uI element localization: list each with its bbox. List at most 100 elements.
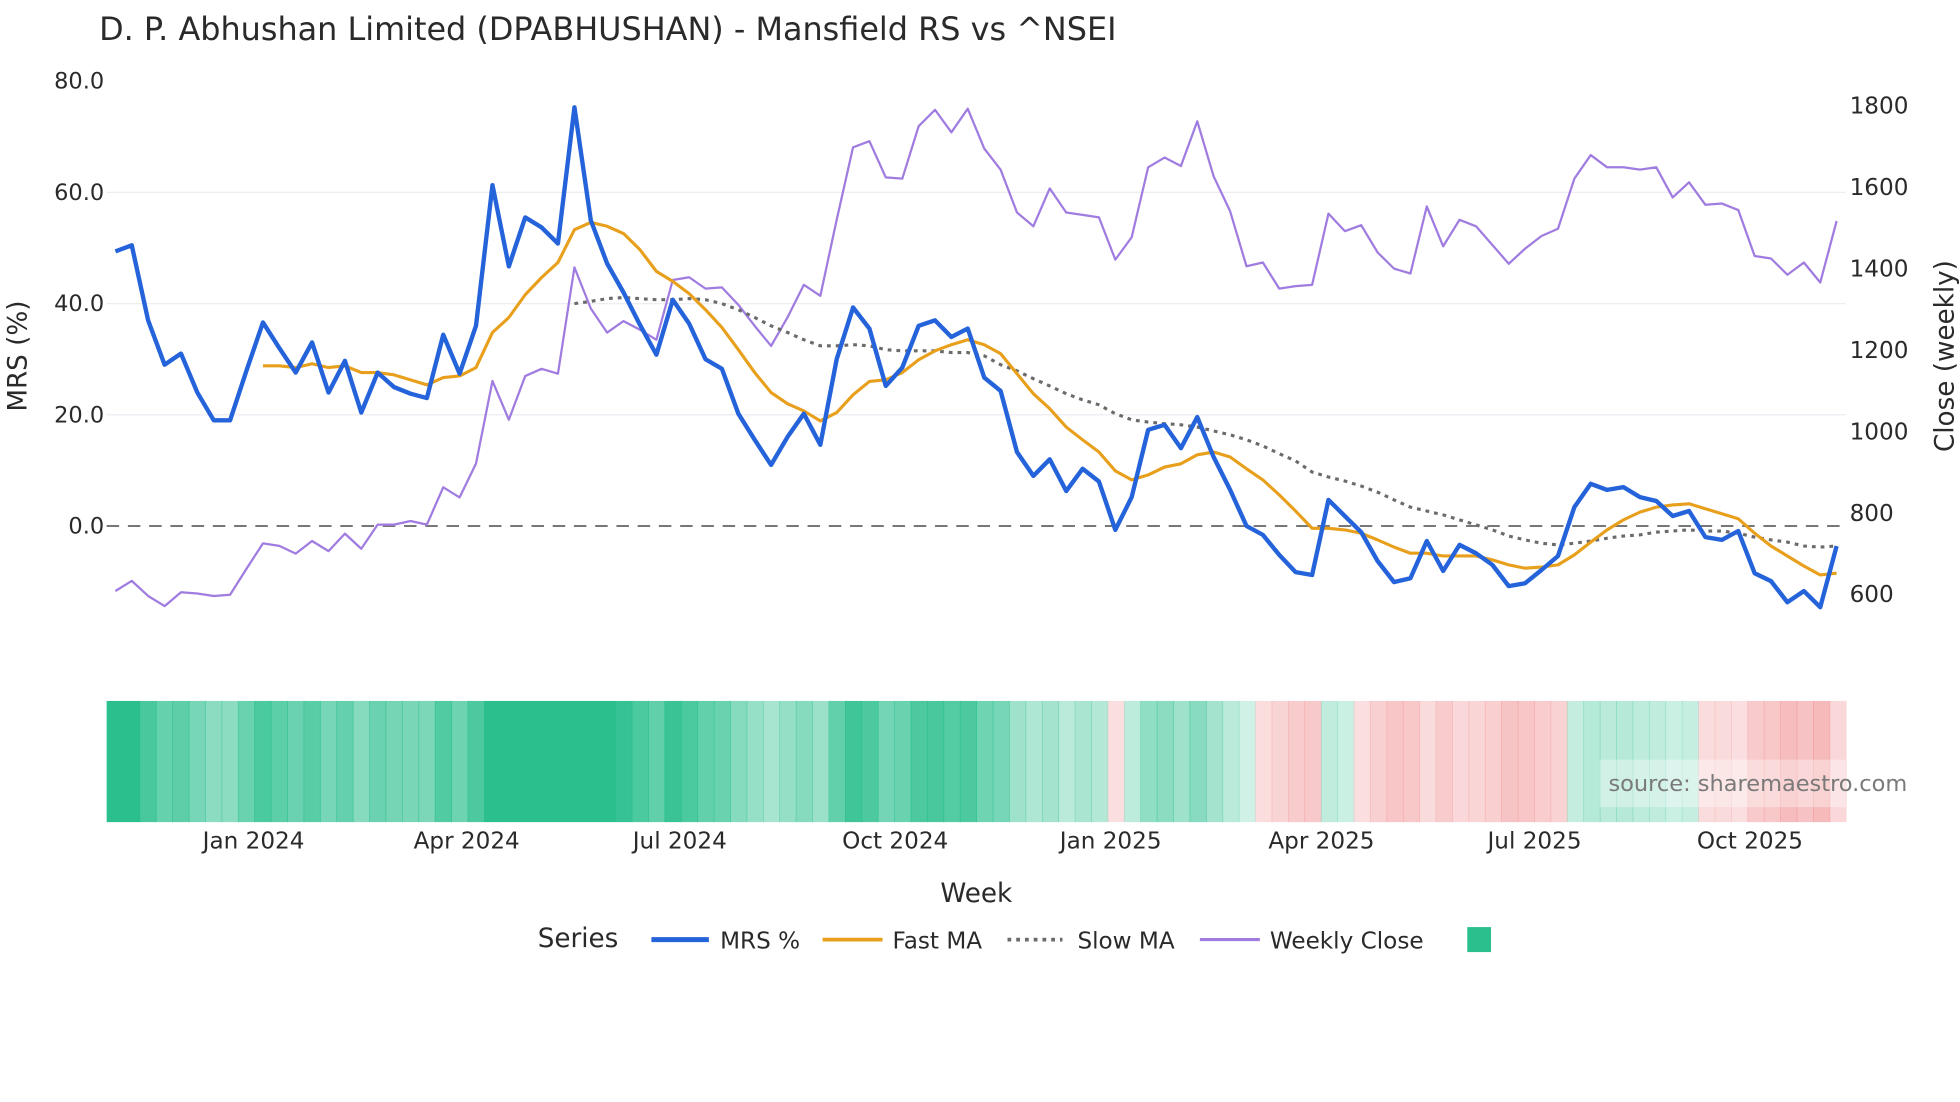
heatmap-cell [1255, 700, 1273, 823]
legend-weekly-close-label: Weekly Close [1270, 928, 1424, 954]
heatmap-cell [188, 700, 206, 823]
y-axis-left-ticks: 80.0 60.0 40.0 20.0 0.0 [54, 69, 104, 540]
x-axis-title: Week [940, 879, 1013, 909]
heatmap-cell [713, 700, 731, 823]
x-tick-label: Jan 2024 [201, 828, 305, 854]
heatmap-cell [303, 700, 321, 823]
heatmap-cell [1009, 700, 1027, 823]
x-tick-label: Oct 2025 [1697, 828, 1803, 854]
y2-tick-label: 1600 [1850, 175, 1909, 201]
heatmap-cell [1238, 700, 1256, 823]
legend-slow-ma-label: Slow MA [1077, 928, 1174, 954]
heatmap-cell [172, 700, 190, 823]
heatmap-cell [434, 700, 452, 823]
y-tick-label: 60.0 [54, 180, 104, 206]
heatmap-cell [631, 700, 649, 823]
heatmap-cell [615, 700, 633, 823]
heatmap-cell [1534, 700, 1552, 823]
heatmap-cell [1484, 700, 1503, 823]
heatmap-cell [1123, 700, 1142, 823]
heatmap-cell [943, 700, 961, 823]
heatmap-cell [352, 700, 370, 823]
x-axis-ticks: Jan 2024 Apr 2024 Jul 2024 Oct 2024 Jan 2025… [201, 828, 1803, 854]
x-tick-label: Apr 2024 [414, 828, 520, 854]
heatmap-cell [1287, 700, 1306, 823]
y-tick-label: 80.0 [54, 69, 104, 95]
heatmap-cell [976, 700, 994, 823]
y2-tick-label: 1000 [1850, 419, 1909, 445]
heatmap-cell [385, 700, 403, 823]
legend-item-weekly-close[interactable]: Weekly Close [1199, 928, 1424, 954]
heatmap-cell [910, 700, 928, 823]
heatmap-cell [1156, 700, 1174, 823]
legend-item-mrs[interactable]: MRS % [651, 928, 800, 954]
y2-tick-label: 1200 [1850, 338, 1909, 364]
y2-tick-label: 800 [1850, 501, 1894, 527]
heatmap-cell [1370, 700, 1388, 823]
heatmap-cell [664, 700, 682, 823]
heatmap-cell [1205, 700, 1224, 823]
heatmap-cell [1402, 700, 1421, 823]
heatmap-cell [484, 700, 502, 823]
y2-tick-label: 1800 [1850, 94, 1909, 120]
heatmap-cell [779, 700, 797, 823]
heatmap-cell [1517, 700, 1535, 823]
heatmap-cell [959, 700, 978, 823]
y-axis-title: MRS (%) [4, 300, 34, 411]
heatmap-cell [1320, 700, 1338, 823]
heatmap-cell [877, 700, 895, 823]
heatmap-cell [1501, 700, 1519, 823]
y-axis-right-ticks: 1800 1600 1400 1200 1000 800 600 [1850, 94, 1909, 608]
x-tick-label: Jul 2025 [1485, 828, 1581, 854]
heatmap-cell [1583, 700, 1601, 823]
legend-fast-ma-label: Fast MA [893, 928, 983, 954]
y2-axis-title: Close (weekly) [1930, 260, 1960, 452]
legend-item-slow-ma[interactable]: Slow MA [1007, 928, 1175, 954]
heatmap-cell [1337, 700, 1355, 823]
y2-tick-label: 600 [1850, 582, 1894, 608]
heatmap-cell [598, 700, 617, 823]
heatmap-cell [1107, 700, 1125, 823]
legend-title: Series [538, 924, 619, 954]
heatmap-cell [1419, 700, 1437, 823]
heatmap-cell [221, 700, 239, 823]
heatmap-cell [861, 700, 879, 823]
heatmap-cell [697, 700, 715, 823]
heatmap-cell [254, 700, 272, 823]
heatmap-cell [155, 700, 174, 823]
heatmap-cell [319, 700, 338, 823]
gridlines [106, 191, 1846, 416]
heatmap-cell [467, 700, 485, 823]
legend-item-fast-ma[interactable]: Fast MA [822, 928, 983, 954]
heatmap-cell [336, 700, 354, 823]
heatmap-cell [566, 700, 584, 823]
heatmap-cell [1074, 700, 1092, 823]
heatmap-cell [1271, 700, 1289, 823]
legend-heatmap-swatch[interactable] [1467, 927, 1492, 953]
heatmap-cell [762, 700, 781, 823]
heatmap-cell [1353, 700, 1371, 823]
heatmap-cell [1041, 700, 1060, 823]
heatmap-cell [795, 700, 813, 823]
heatmap-cell [1140, 700, 1158, 823]
heatmap-cell [1304, 700, 1322, 823]
heatmap-cell [844, 700, 863, 823]
heatmap-cell [992, 700, 1010, 823]
heatmap-cell [516, 700, 534, 823]
source-annotation: source: sharemaestro.com [1608, 771, 1907, 797]
heatmap-cell [582, 700, 600, 823]
heatmap-cell [894, 700, 912, 823]
heatmap-cell [927, 700, 945, 823]
y-tick-label: 0.0 [68, 514, 104, 540]
heatmap-cell [648, 700, 666, 823]
heatmap-cell [549, 700, 567, 823]
heatmap-cell [401, 700, 420, 823]
x-tick-label: Oct 2024 [842, 828, 948, 854]
heatmap-cell [1386, 700, 1404, 823]
heatmap-cell [730, 700, 748, 823]
heatmap-cell [287, 700, 305, 823]
heatmap-cell [205, 700, 223, 823]
heatmap-cell [1173, 700, 1191, 823]
heatmap-cell [1468, 700, 1486, 823]
heatmap-cell [533, 700, 551, 823]
